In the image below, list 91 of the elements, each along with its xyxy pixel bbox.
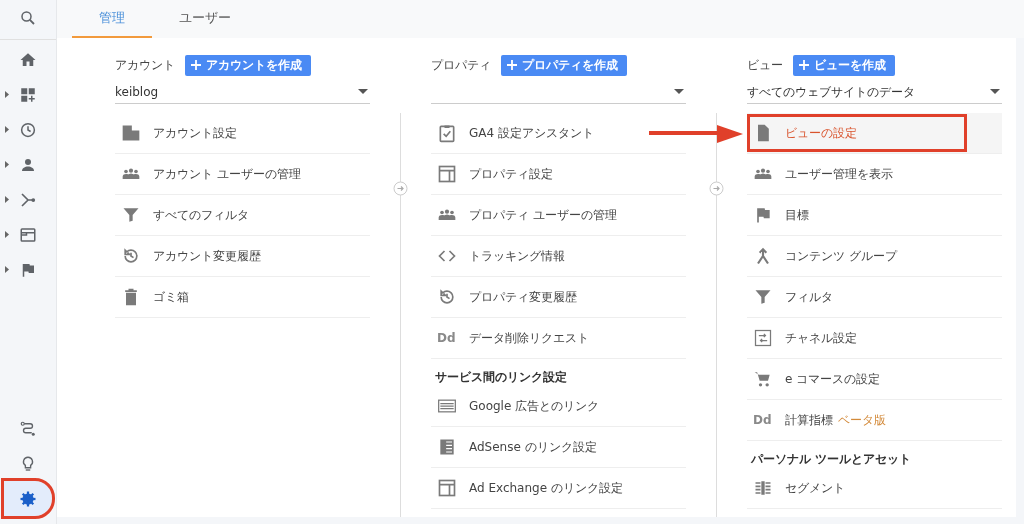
menu-label: 目標 [785,207,809,224]
menu-label: データ削除リクエスト [469,330,589,347]
sidebar-item[interactable] [4,481,52,516]
expand-caret-icon[interactable] [5,196,9,203]
column-title: アカウント [115,57,175,74]
menu-label: ユーザー管理を表示 [785,166,893,183]
menu-label: GA4 設定アシスタント [469,125,594,142]
menu-item[interactable]: GA4 設定アシスタント [431,113,686,154]
caret-icon [990,89,1000,94]
menu-label: アカウント変更履歴 [153,248,261,265]
menu-item[interactable]: プロパティ設定 [431,154,686,195]
menu-item[interactable]: プロパティ変更履歴 [431,277,686,318]
menu-item[interactable]: Dd データ削除リクエスト [431,318,686,359]
page-columns-icon [437,437,457,457]
menu-label: フィルタ [785,289,833,306]
history-icon [437,287,457,307]
dropdown[interactable]: keiblog [115,80,370,104]
expand-caret-icon[interactable] [5,266,9,273]
menu-item[interactable]: Dd 計算指標 ベータ版 [747,400,1002,441]
expand-caret-icon[interactable] [5,161,9,168]
menu-label: セグメント [785,480,845,497]
menu-label: プロパティ変更履歴 [469,289,577,306]
menu-item[interactable]: Ad Exchange のリンク設定 [431,468,686,509]
menu-label: プロパティ設定 [469,166,553,183]
search-icon [19,8,37,27]
menu-item[interactable]: フィルタ [747,277,1002,318]
clipboard-check-icon [437,123,457,143]
connector-icon [709,181,724,196]
menu-label: アカウント設定 [153,125,237,142]
building-icon [121,123,141,143]
connector-icon [393,181,408,196]
plus-icon [191,60,201,70]
menu-label: 計算指標 [785,412,833,429]
menu-label: コンテンツ グループ [785,248,897,265]
menu-item[interactable]: e コマースの設定 [747,359,1002,400]
route-icon [19,419,37,438]
layout-icon [437,478,457,498]
window-icon [19,225,37,244]
channel-icon [753,328,773,348]
column-title: プロパティ [431,57,491,74]
caret-icon [674,89,684,94]
menu-item[interactable]: セグメント [747,468,1002,509]
dropdown[interactable]: すべてのウェブサイトのデータ [747,80,1002,104]
plus-icon [799,60,809,70]
menu-label: ビューの設定 [785,125,857,142]
menu-item[interactable]: アカウント変更履歴 [115,236,370,277]
dimension-icon: Dd [753,411,773,429]
menu-label: ゴミ箱 [153,289,189,306]
expand-caret-icon[interactable] [5,231,9,238]
menu-label: すべてのフィルタ [153,207,249,224]
menu-label: チャネル設定 [785,330,857,347]
menu-item[interactable]: チャネル設定 [747,318,1002,359]
menu-item[interactable]: アカウント設定 [115,113,370,154]
caret-icon [358,89,368,94]
tab[interactable]: ユーザー [152,0,258,38]
expand-caret-icon[interactable] [5,91,9,98]
dashboard-icon [19,85,37,104]
column-title: ビュー [747,57,783,74]
expand-caret-icon[interactable] [5,126,9,133]
filter-icon [121,205,141,225]
menu-item[interactable]: ユーザー管理を表示 [747,154,1002,195]
menu-item[interactable]: 目標 [747,195,1002,236]
menu-item[interactable]: ゴミ箱 [115,277,370,318]
menu-label: e コマースの設定 [785,371,881,388]
plus-icon [507,60,517,70]
menu-item[interactable]: アカウント ユーザーの管理 [115,154,370,195]
dimension-icon: Dd [437,329,457,347]
menu-label: AdSense のリンク設定 [469,439,597,456]
section-header: サービス間のリンク設定 [434,369,568,386]
menu-item[interactable]: AdSense のリンク設定 [431,427,686,468]
branch-icon [19,190,37,209]
layout-icon [437,164,457,184]
menu-item[interactable]: プロパティ ユーザーの管理 [431,195,686,236]
menu-label: プロパティ ユーザーの管理 [469,207,617,224]
history-icon [121,246,141,266]
menu-item[interactable]: コンテンツ グループ [747,236,1002,277]
menu-item[interactable]: すべてのフィルタ [115,195,370,236]
clock-icon [19,120,37,139]
menu-label: アカウント ユーザーの管理 [153,166,301,183]
menu-item[interactable]: トラッキング情報 [431,236,686,277]
menu-label: トラッキング情報 [469,248,565,265]
dropdown-value: すべてのウェブサイトのデータ [747,83,915,101]
dropdown-value: keiblog [115,83,159,101]
beta-label: ベータ版 [838,412,886,429]
menu-label: Ad Exchange のリンク設定 [469,480,623,497]
segment-icon [753,478,773,498]
menu-label: Google 広告とのリンク [469,398,600,415]
section-header: パーソナル ツールとアセット [750,451,913,468]
filter-icon [753,287,773,307]
settings-icon [19,489,37,508]
menu-item[interactable]: Google 広告とのリンク [431,386,686,427]
